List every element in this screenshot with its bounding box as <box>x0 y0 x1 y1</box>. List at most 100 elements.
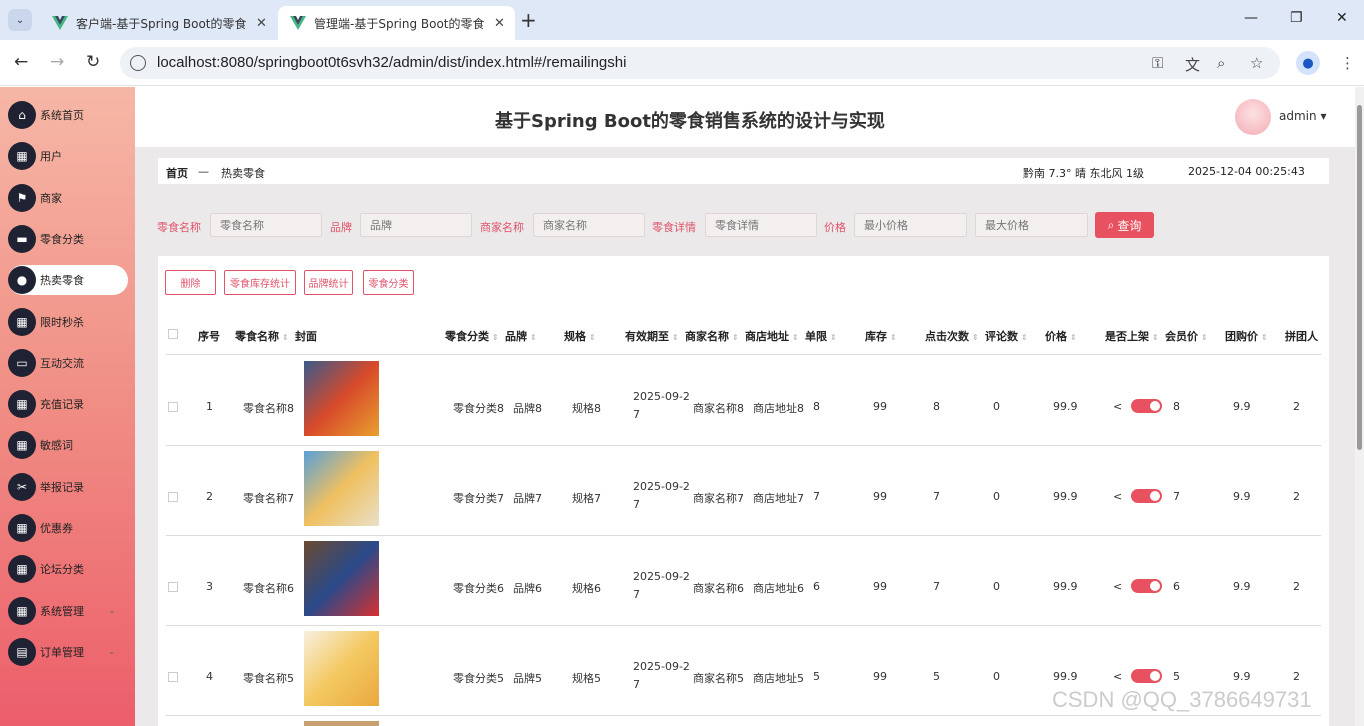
sort-icon[interactable]: ⇕ <box>1201 333 1208 342</box>
column-header[interactable]: 库存 ⇕ <box>865 328 897 344</box>
sidebar-item[interactable]: ▦ 用户 <box>8 141 62 171</box>
tab-title: 管理端-基于Spring Boot的零食 <box>314 16 485 31</box>
sort-icon[interactable]: ⇕ <box>972 333 979 342</box>
row-checkbox[interactable] <box>168 672 178 682</box>
sidebar-item[interactable]: ▦ 充值记录 <box>8 389 84 419</box>
page-scrollbar[interactable] <box>1355 87 1364 726</box>
share-icon[interactable]: < <box>1113 670 1122 683</box>
sidebar-item[interactable]: ▦ 敏感词 <box>8 430 73 460</box>
sort-icon[interactable]: ⇕ <box>672 333 679 342</box>
row-checkbox[interactable] <box>168 582 178 592</box>
sort-icon[interactable]: ⇕ <box>530 333 537 342</box>
snack-detail-input[interactable] <box>705 213 817 237</box>
close-tab-icon[interactable]: ✕ <box>256 16 267 31</box>
column-header[interactable]: 规格 ⇕ <box>564 328 596 344</box>
bookmark-star-icon[interactable]: ☆ <box>1250 54 1263 72</box>
min-price-input[interactable] <box>854 213 967 237</box>
sort-icon[interactable]: ⇕ <box>1152 333 1159 342</box>
cell-spec: 规格7 <box>572 492 601 505</box>
sidebar-item[interactable]: ▦ 优惠券 <box>8 513 73 543</box>
stock-stats-button[interactable]: 零食库存统计 <box>224 270 296 295</box>
browser-tab-admin[interactable]: 管理端-基于Spring Boot的零食 ✕ <box>278 6 515 40</box>
browser-menu-icon[interactable]: ⋮ <box>1340 54 1355 72</box>
restore-icon[interactable]: ❐ <box>1290 10 1303 26</box>
cell-expiry: 2025-09-2 <box>633 480 690 493</box>
select-all-checkbox[interactable] <box>168 329 178 339</box>
column-header[interactable]: 价格 ⇕ <box>1045 328 1077 344</box>
new-tab-button[interactable]: + <box>520 9 537 31</box>
zoom-icon[interactable]: ⌕ <box>1217 54 1225 72</box>
scrollbar-thumb[interactable] <box>1357 105 1362 450</box>
close-tab-icon[interactable]: ✕ <box>494 16 505 31</box>
back-icon[interactable]: ← <box>14 52 28 72</box>
on-shelf-toggle[interactable] <box>1131 669 1162 683</box>
sidebar-item[interactable]: ▭ 互动交流 <box>8 348 84 378</box>
browser-tab-client[interactable]: 客户端-基于Spring Boot的零食 ✕ <box>40 6 277 40</box>
tab-search-button[interactable]: ⌄ <box>8 9 32 31</box>
column-header[interactable]: 团购价 ⇕ <box>1225 328 1268 344</box>
sidebar-item[interactable]: ▤ 订单管理 ⌄ <box>8 637 116 667</box>
column-header[interactable]: 是否上架 ⇕ <box>1105 328 1159 344</box>
category-button[interactable]: 零食分类 <box>363 270 414 295</box>
on-shelf-toggle[interactable] <box>1131 489 1162 503</box>
column-header[interactable]: 评论数 ⇕ <box>985 328 1028 344</box>
sidebar-item[interactable]: ▦ 系统管理 ⌄ <box>8 596 116 626</box>
site-info-icon[interactable] <box>130 55 146 71</box>
cell-brand: 品牌6 <box>513 582 542 595</box>
profile-icon[interactable]: ● <box>1296 51 1320 75</box>
sort-icon[interactable]: ⇕ <box>492 333 499 342</box>
url-text[interactable]: localhost:8080/springboot0t6svh32/admin/… <box>157 54 626 71</box>
avatar[interactable] <box>1235 99 1271 135</box>
max-price-input[interactable] <box>975 213 1088 237</box>
column-header[interactable]: 有效期至 ⇕ <box>625 328 679 344</box>
breadcrumb-home[interactable]: 首页 <box>166 165 188 181</box>
column-header[interactable]: 点击次数 ⇕ <box>925 328 979 344</box>
share-icon[interactable]: < <box>1113 490 1122 503</box>
sort-icon[interactable]: ⇕ <box>589 333 596 342</box>
sort-icon[interactable]: ⇕ <box>732 333 739 342</box>
sidebar-item[interactable]: ⚑ 商家 <box>8 183 62 213</box>
sort-icon[interactable]: ⇕ <box>830 333 837 342</box>
column-header: 序号 <box>198 328 220 344</box>
sidebar-item[interactable]: ▦ 限时秒杀 <box>8 307 84 337</box>
sort-icon[interactable]: ⇕ <box>1261 333 1268 342</box>
snack-name-input[interactable] <box>210 213 322 237</box>
sort-icon[interactable]: ⇕ <box>282 333 289 342</box>
sort-icon[interactable]: ⇕ <box>792 333 799 342</box>
share-icon[interactable]: < <box>1113 580 1122 593</box>
column-header[interactable]: 零食分类 ⇕ <box>445 328 499 344</box>
share-icon[interactable]: < <box>1113 400 1122 413</box>
column-header[interactable]: 零食名称 ⇕ <box>235 328 289 344</box>
on-shelf-toggle[interactable] <box>1131 579 1162 593</box>
row-divider <box>166 625 1321 626</box>
reload-icon[interactable]: ↻ <box>86 52 100 72</box>
sort-icon[interactable]: ⇕ <box>1021 333 1028 342</box>
search-button[interactable]: ⌕ 查询 <box>1095 212 1154 238</box>
column-header[interactable]: 会员价 ⇕ <box>1165 328 1208 344</box>
sidebar-item[interactable]: ⌂ 系统首页 <box>8 100 84 130</box>
cell-comments: 0 <box>993 670 1000 683</box>
sidebar-item[interactable]: ▦ 论坛分类 <box>8 554 84 584</box>
sort-icon[interactable]: ⇕ <box>890 333 897 342</box>
delete-button[interactable]: 删除 <box>165 270 216 295</box>
column-header[interactable]: 商店地址 ⇕ <box>745 328 799 344</box>
row-checkbox[interactable] <box>168 492 178 502</box>
minimize-icon[interactable]: — <box>1244 10 1258 26</box>
brand-input[interactable] <box>360 213 472 237</box>
column-header[interactable]: 单限 ⇕ <box>805 328 837 344</box>
shop-name-input[interactable] <box>533 213 645 237</box>
close-window-icon[interactable]: ✕ <box>1336 10 1348 26</box>
sort-icon[interactable]: ⇕ <box>1070 333 1077 342</box>
brand-stats-button[interactable]: 品牌统计 <box>304 270 353 295</box>
column-header[interactable]: 商家名称 ⇕ <box>685 328 739 344</box>
on-shelf-toggle[interactable] <box>1131 399 1162 413</box>
forward-icon[interactable]: → <box>50 52 64 72</box>
sidebar-item[interactable]: ✂ 举报记录 <box>8 472 84 502</box>
sidebar-item[interactable]: ● 热卖零食 <box>8 265 128 296</box>
password-key-icon[interactable]: ⚿ <box>1152 54 1163 72</box>
user-menu[interactable]: admin ▾ <box>1279 109 1326 123</box>
row-checkbox[interactable] <box>168 402 178 412</box>
column-header[interactable]: 品牌 ⇕ <box>505 328 537 344</box>
translate-icon[interactable]: 文 <box>1185 54 1200 75</box>
sidebar-item[interactable]: ▬ 零食分类 <box>8 224 84 254</box>
